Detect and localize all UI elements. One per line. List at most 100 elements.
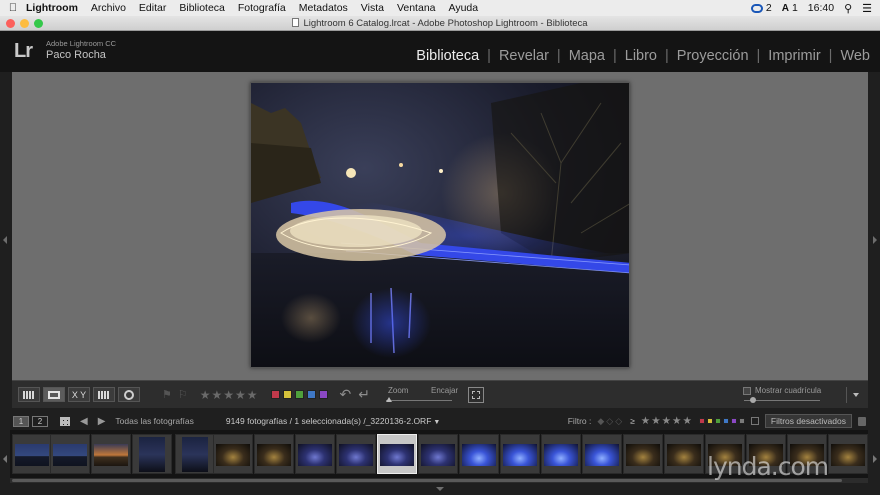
filmstrip-thumb[interactable] (582, 434, 622, 474)
minimize-window-button[interactable] (20, 19, 29, 28)
lock-icon[interactable] (858, 416, 866, 426)
module-proyeccion[interactable]: Proyección (675, 48, 751, 64)
filmstrip-thumb[interactable] (295, 434, 335, 474)
menu-archivo[interactable]: Archivo (91, 2, 126, 14)
filmstrip-thumb[interactable] (418, 434, 458, 474)
apple-icon[interactable]:  (0, 2, 26, 14)
left-panel-toggle-icon[interactable] (3, 236, 7, 244)
loupe-view-button[interactable] (43, 387, 65, 402)
module-separator: | (556, 48, 561, 64)
thumbnail-image (216, 444, 250, 466)
creative-cloud-status[interactable]: 2 (750, 2, 772, 14)
filmstrip-thumb[interactable] (132, 434, 172, 474)
filmstrip-count[interactable]: 9149 fotografías / 1 seleccionada(s) /_3… (226, 416, 440, 426)
filmstrip-thumb[interactable] (175, 434, 215, 474)
color-filter-purple[interactable] (730, 418, 737, 424)
color-label-purple[interactable] (318, 390, 328, 399)
compare-view-button[interactable]: X Y (68, 387, 90, 402)
filmstrip-thumb[interactable] (91, 434, 131, 474)
menu-ayuda[interactable]: Ayuda (449, 2, 479, 14)
crop-overlay-button[interactable] (468, 386, 485, 403)
color-label-yellow[interactable] (282, 390, 292, 399)
right-panel-toggle-icon[interactable] (873, 236, 877, 244)
toolbar-content-menu[interactable] (846, 386, 864, 403)
reject-flag-icon[interactable]: ⚐ (178, 388, 188, 401)
survey-view-button[interactable] (93, 387, 115, 402)
menu-vista[interactable]: Vista (361, 2, 384, 14)
rating-stars[interactable]: ★★★★★ (200, 388, 259, 402)
color-label-red[interactable] (270, 390, 280, 399)
zoom-slider-handle[interactable] (386, 396, 393, 402)
color-filter-green[interactable] (714, 418, 721, 424)
forward-arrow-icon[interactable]: ▶ (98, 416, 106, 427)
filmstrip-thumb[interactable] (828, 434, 868, 474)
menu-ventana[interactable]: Ventana (397, 2, 436, 14)
module-imprimir[interactable]: Imprimir (766, 48, 822, 64)
color-label-blue[interactable] (306, 390, 316, 399)
back-arrow-icon[interactable]: ◀ (80, 416, 88, 427)
filmstrip-thumb[interactable] (500, 434, 540, 474)
module-web[interactable]: Web (838, 48, 872, 64)
zoom-slider-track[interactable] (386, 399, 453, 401)
module-mapa[interactable]: Mapa (567, 48, 607, 64)
module-revelar[interactable]: Revelar (497, 48, 551, 64)
flag-filter-icons[interactable]: ◆◇◇ (597, 416, 624, 427)
menu-metadatos[interactable]: Metadatos (299, 2, 348, 14)
filter-checkbox[interactable] (750, 417, 759, 425)
menu-biblioteca[interactable]: Biblioteca (179, 2, 225, 14)
rating-filter-stars[interactable]: ★★★★★ (641, 415, 693, 427)
second-screen-button[interactable]: 2 (32, 415, 48, 427)
pick-flag-icon[interactable]: ⚑ (162, 388, 172, 401)
module-separator: | (612, 48, 617, 64)
main-photo[interactable] (250, 82, 630, 368)
color-filter-yellow[interactable] (706, 418, 713, 424)
crop-icon (472, 390, 481, 399)
filmstrip-thumb[interactable] (254, 434, 294, 474)
filmstrip-scroll-left-icon[interactable] (3, 455, 7, 463)
filmstrip-scroll-right-icon[interactable] (873, 455, 877, 463)
filmstrip-thumb[interactable] (213, 434, 253, 474)
grid-view-button[interactable] (18, 387, 40, 402)
color-labels (270, 390, 328, 399)
filter-preset-dropdown[interactable]: Filtros desactivados (764, 414, 852, 428)
filmstrip-thumb-selected[interactable] (377, 434, 417, 474)
people-view-button[interactable] (118, 387, 140, 402)
filmstrip-thumb[interactable] (664, 434, 704, 474)
clock[interactable]: 16:40 (808, 2, 834, 14)
grid-size-slider-handle[interactable] (750, 396, 756, 403)
adobe-count: 1 (791, 2, 798, 14)
color-label-green[interactable] (294, 390, 304, 399)
grid-view-icon[interactable] (60, 416, 70, 426)
adobe-icon: A (781, 2, 789, 14)
filmstrip-toggle-icon[interactable] (436, 487, 444, 491)
close-window-button[interactable] (6, 19, 15, 28)
filmstrip-thumb[interactable] (12, 434, 52, 474)
search-icon[interactable]: ⚲ (844, 2, 852, 15)
module-biblioteca[interactable]: Biblioteca (414, 48, 481, 64)
menu-fotografia[interactable]: Fotografía (238, 2, 286, 14)
filmstrip-thumb[interactable] (50, 434, 90, 474)
show-grid-checkbox[interactable] (743, 386, 751, 395)
rotate-right-icon[interactable]: ↵ (358, 386, 370, 403)
main-screen-button[interactable]: 1 (13, 415, 29, 427)
menu-editar[interactable]: Editar (139, 2, 166, 14)
color-filter-gray[interactable] (738, 418, 745, 424)
adobe-status[interactable]: A 1 (782, 2, 798, 14)
fullscreen-window-button[interactable] (34, 19, 43, 28)
filmstrip-thumb[interactable] (541, 434, 581, 474)
module-picker: Biblioteca | Revelar | Mapa | Libro | Pr… (414, 48, 872, 64)
filmstrip-thumb[interactable] (623, 434, 663, 474)
filmstrip-thumb[interactable] (336, 434, 376, 474)
user-name: Paco Rocha (46, 49, 106, 61)
color-filter-blue[interactable] (722, 418, 729, 424)
filmstrip-source[interactable]: Todas las fotografías (115, 416, 193, 426)
rotate-left-icon[interactable]: ↶ (340, 386, 352, 403)
filmstrip-thumb[interactable] (459, 434, 499, 474)
rating-comparator[interactable]: ≥ (630, 416, 635, 426)
color-filter-red[interactable] (698, 418, 705, 424)
thumbnail-image (139, 437, 165, 472)
menu-list-icon[interactable]: ☰ (862, 2, 872, 15)
menu-lightroom[interactable]: Lightroom (26, 2, 78, 14)
module-libro[interactable]: Libro (623, 48, 659, 64)
fit-label[interactable]: Encajar (431, 386, 458, 395)
